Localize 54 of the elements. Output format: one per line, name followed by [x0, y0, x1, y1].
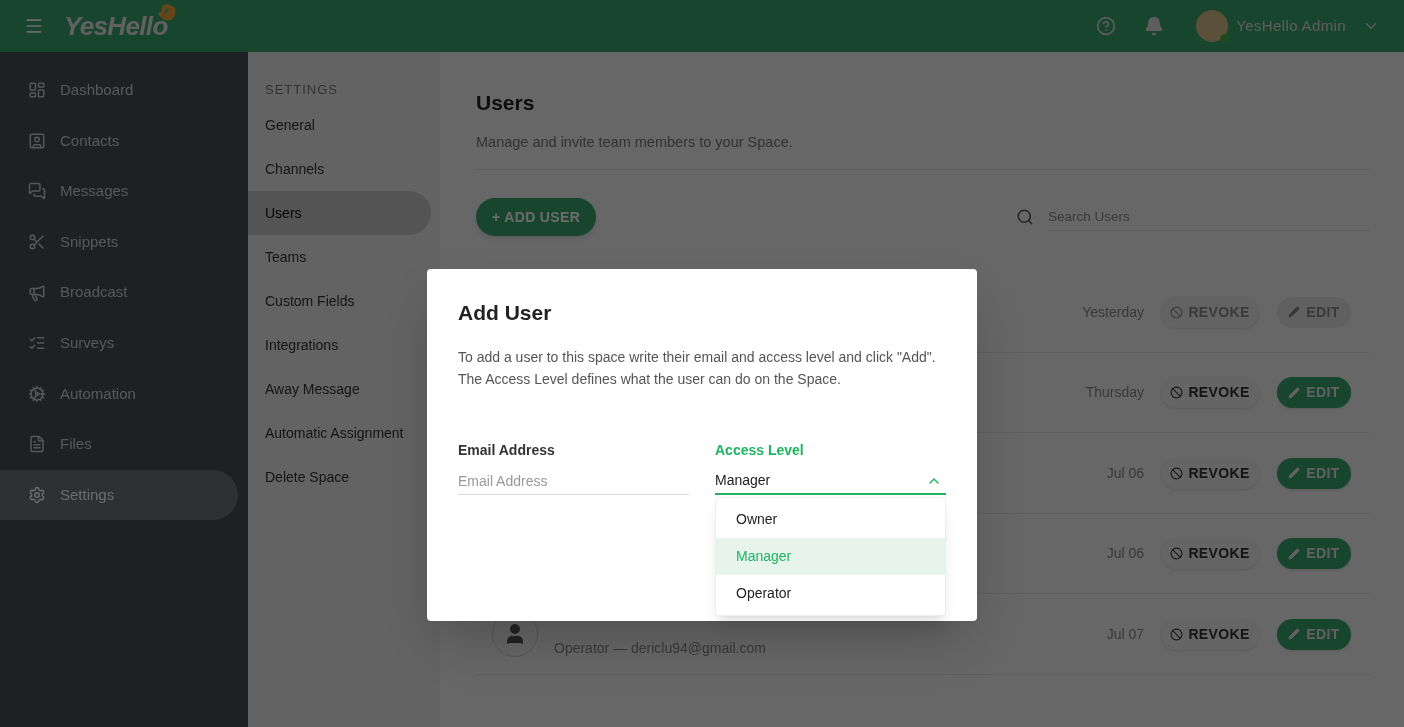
pencil-icon [1288, 628, 1301, 640]
user-avatar[interactable] [1196, 10, 1229, 42]
field-label: Email Address [458, 440, 556, 460]
pencil-icon [1288, 547, 1301, 560]
settings-nav-item[interactable]: Delete Space [248, 455, 431, 499]
settings-nav-item[interactable]: Integrations [248, 323, 431, 367]
menu-icon[interactable] [24, 16, 44, 36]
dropdown-option[interactable]: Owner [716, 500, 945, 538]
search-icon [1016, 208, 1034, 227]
settings-nav-item[interactable]: General [248, 103, 431, 147]
notification-bell-icon[interactable] [1144, 16, 1165, 36]
settings-nav-item[interactable]: Automatic Assignment [248, 411, 431, 455]
edit-button[interactable]: EDIT [1277, 377, 1351, 408]
settings-nav-item[interactable]: Channels [248, 147, 431, 191]
edit-button[interactable]: EDIT [1277, 538, 1351, 569]
pencil-icon [1288, 306, 1301, 318]
ban-icon [1170, 466, 1184, 480]
chat-bubbles-icon [28, 182, 46, 201]
contact-card-icon [28, 131, 46, 150]
edit-button[interactable]: EDIT [1277, 457, 1351, 489]
settings-nav-item[interactable]: Teams [248, 235, 431, 279]
ban-icon [1170, 386, 1184, 399]
pencil-icon [1288, 386, 1301, 399]
pencil-icon [1288, 467, 1301, 479]
access-level-select[interactable]: Manager [715, 468, 946, 495]
revoke-button[interactable]: REVOKE [1161, 457, 1259, 489]
field-label: Access Level [715, 440, 805, 460]
megaphone-icon [28, 283, 46, 302]
scissors-icon [28, 233, 46, 252]
logo: YesHello [64, 9, 168, 43]
user-name[interactable]: YesHello Admin [1236, 14, 1346, 38]
document-icon [28, 435, 46, 454]
settings-nav-item[interactable]: Users [248, 191, 431, 235]
settings-nav-item[interactable]: Away Message [248, 367, 431, 411]
dialog-title: Add User [458, 300, 553, 326]
dashboard-icon [28, 81, 46, 100]
email-input[interactable]: Email Address [458, 468, 689, 495]
ban-icon [1170, 547, 1184, 560]
page-title: Users [476, 90, 536, 116]
gears-icon [28, 384, 46, 403]
dialog-description: To add a user to this space write their email and access level and click "Add". The Access Level defines what the user can do on the Space. [458, 347, 937, 389]
settings-icon [28, 486, 46, 505]
dropdown-option[interactable]: Manager [716, 537, 945, 575]
revoke-button[interactable]: REVOKE [1161, 618, 1259, 650]
revoke-button[interactable]: REVOKE [1161, 538, 1259, 569]
revoke-button[interactable]: REVOKE [1161, 377, 1259, 408]
settings-nav-item[interactable]: Custom Fields [248, 279, 431, 323]
add-user-button[interactable]: + ADD USER [476, 198, 597, 237]
online-status-icon [1220, 34, 1231, 44]
dropdown-option[interactable]: Operator [716, 574, 945, 612]
ban-icon [1170, 627, 1184, 641]
help-icon[interactable] [1096, 16, 1117, 36]
edit-button[interactable]: EDIT [1277, 618, 1351, 650]
ban-icon [1170, 305, 1184, 319]
